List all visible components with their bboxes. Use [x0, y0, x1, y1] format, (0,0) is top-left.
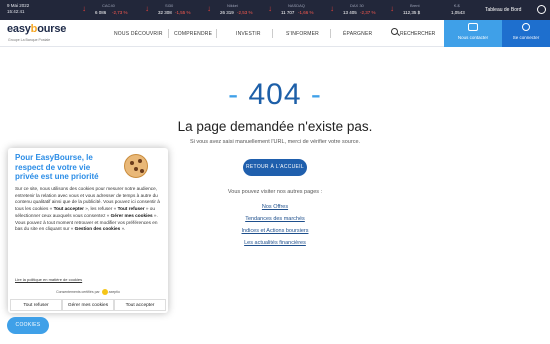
ticker-value: 13 405: [343, 10, 357, 15]
ticker-time: 15:42:41: [7, 9, 25, 14]
cookie-certified-text: Consentements certifiés par: [56, 289, 100, 294]
nav-s-informer[interactable]: S'INFORMER: [286, 31, 319, 37]
ticker-name: DAX 30: [350, 3, 364, 8]
cookie-chip: [140, 169, 144, 173]
login-button[interactable]: Se connecter: [502, 20, 550, 47]
axeptio-logo-icon: [101, 289, 108, 295]
cookie-text: », les refuser «: [83, 206, 118, 212]
cookie-chip: [134, 167, 138, 171]
ticker-name: €-$: [454, 3, 460, 8]
logo-text: ourse: [37, 23, 67, 35]
ticker-value: 26 319: [220, 10, 234, 15]
page-subtitle: Si vous avez saisi manuellement l'URL, m…: [189, 139, 361, 145]
ticker-item[interactable]: ↓ Nikkei 26 319 -2,53 %: [207, 3, 267, 18]
cookie-chip: [130, 161, 134, 165]
ticker-change: -1,55 %: [175, 10, 191, 15]
cookie-text-bold: Gestion des cookies: [74, 226, 121, 232]
arrow-down-icon: ↓: [390, 4, 394, 13]
arrow-down-icon: ↓: [145, 4, 149, 13]
cookie-chip: [138, 159, 142, 163]
ticker-value: 1,0543: [451, 10, 465, 15]
ticker-datetime: 9 Mai 2022 15:42:41: [7, 3, 29, 15]
ticker-item[interactable]: ↓ NASDAQ 11 707 -1,66 %: [268, 3, 328, 18]
ticker-value: 11 707: [281, 10, 295, 15]
error-code-number: 404: [248, 78, 302, 111]
ticker-name: NASDAQ: [288, 3, 305, 8]
contact-button[interactable]: Nous contacter: [444, 20, 502, 47]
chat-icon: [468, 23, 478, 31]
cookie-policy-link[interactable]: Lire la politique en matière de cookies: [15, 277, 82, 282]
nav-comprendre[interactable]: COMPRENDRE: [174, 31, 212, 37]
ticker-change: -2,73 %: [112, 10, 128, 15]
cookie-certified-brand: axeptio: [108, 289, 120, 294]
page-title: La page demandée n'existe pas.: [177, 119, 373, 134]
cookie-text-bold: Tout refuser: [117, 206, 145, 212]
error-code: - 404 -: [200, 78, 350, 112]
link-tendances-marches[interactable]: Tendances des marchés: [175, 216, 375, 222]
nav-nous-decouvrir[interactable]: NOUS DÉCOUVRIR: [114, 31, 163, 37]
contact-label: Nous contacter: [457, 35, 489, 40]
cookie-accept-button[interactable]: Tout accepter: [114, 299, 166, 311]
cookie-manage-button[interactable]: Gérer mes cookies: [62, 299, 114, 311]
gear-icon[interactable]: [537, 5, 546, 14]
cookie-consent-dialog: Pour EasyBourse, le respect de votre vie…: [8, 148, 168, 313]
logo-text: easy: [7, 23, 31, 35]
nav-investir[interactable]: INVESTIR: [236, 31, 261, 37]
ticker-value: 6 086: [95, 10, 107, 15]
cookie-title: Pour EasyBourse, le respect de votre vie…: [15, 153, 99, 181]
ticker-name: SI30: [165, 3, 174, 8]
other-pages-label: Vous pouvez visiter nos autres pages :: [227, 189, 323, 195]
market-ticker: 9 Mai 2022 15:42:41 ↓ CAC40 6 086 -2,73 …: [0, 0, 550, 20]
error-code-dash: -: [301, 78, 322, 111]
link-actualites-financieres[interactable]: Les actualités financières: [175, 240, 375, 246]
cookie-text-bold: Tout accepter: [53, 206, 84, 212]
logo-subtitle: Groupe La Banque Postale: [8, 38, 51, 42]
ticker-value: 32 308: [158, 10, 172, 15]
arrow-down-icon: ↓: [268, 4, 272, 13]
link-nos-offres[interactable]: Nos Offres: [175, 204, 375, 210]
ticker-name: Nikkei: [227, 3, 238, 8]
ticker-name: CAC40: [102, 3, 115, 8]
ticker-item[interactable]: €-$ 1,0543: [438, 3, 478, 18]
ticker-item[interactable]: ↓ CAC40 6 086 -2,73 %: [82, 3, 142, 18]
login-label: Se connecter: [512, 35, 540, 40]
link-indices-actions[interactable]: Indices et Actions boursiers: [175, 228, 375, 234]
ticker-value: 112,35 $: [403, 10, 421, 15]
cookie-refuse-button[interactable]: Tout refuser: [10, 299, 62, 311]
nav-divider: [168, 29, 169, 38]
search-icon[interactable]: [391, 28, 398, 35]
arrow-down-icon: ↓: [207, 4, 211, 13]
cookie-certified: Consentements certifiés par axeptio: [8, 289, 168, 295]
arrow-down-icon: ↓: [330, 4, 334, 13]
nav-divider: [330, 29, 331, 38]
cookies-settings-button[interactable]: COOKIES: [7, 317, 49, 334]
logo[interactable]: easybourse: [7, 23, 66, 35]
dashboard-link[interactable]: Tableau de Bord: [485, 7, 521, 13]
back-home-button[interactable]: RETOUR À L'ACCUEIL: [243, 159, 307, 176]
ticker-change: -2,53 %: [237, 10, 253, 15]
cookie-icon: [124, 154, 148, 178]
arrow-down-icon: ↓: [82, 4, 86, 13]
nav-divider: [272, 29, 273, 38]
ticker-item[interactable]: ↓ DAX 30 13 405 -2,37 %: [330, 3, 390, 18]
ticker-change: -1,66 %: [298, 10, 314, 15]
cookie-text-bold: Gérer mes cookies: [110, 212, 153, 218]
nav-divider: [216, 29, 217, 38]
user-icon: [522, 23, 530, 31]
cookie-body: Sur ce site, nous utilisons des cookies …: [15, 186, 161, 233]
error-code-dash: -: [228, 78, 249, 111]
ticker-name: Brent: [410, 3, 420, 8]
ticker-item[interactable]: ↓ SI30 32 308 -1,55 %: [145, 3, 205, 18]
search-button[interactable]: RECHERCHER: [400, 31, 435, 37]
nav-epargner[interactable]: ÉPARGNER: [343, 31, 372, 37]
ticker-change: -2,37 %: [360, 10, 376, 15]
page: 9 Mai 2022 15:42:41 ↓ CAC40 6 086 -2,73 …: [0, 0, 550, 344]
cookie-text: ».: [120, 226, 126, 232]
